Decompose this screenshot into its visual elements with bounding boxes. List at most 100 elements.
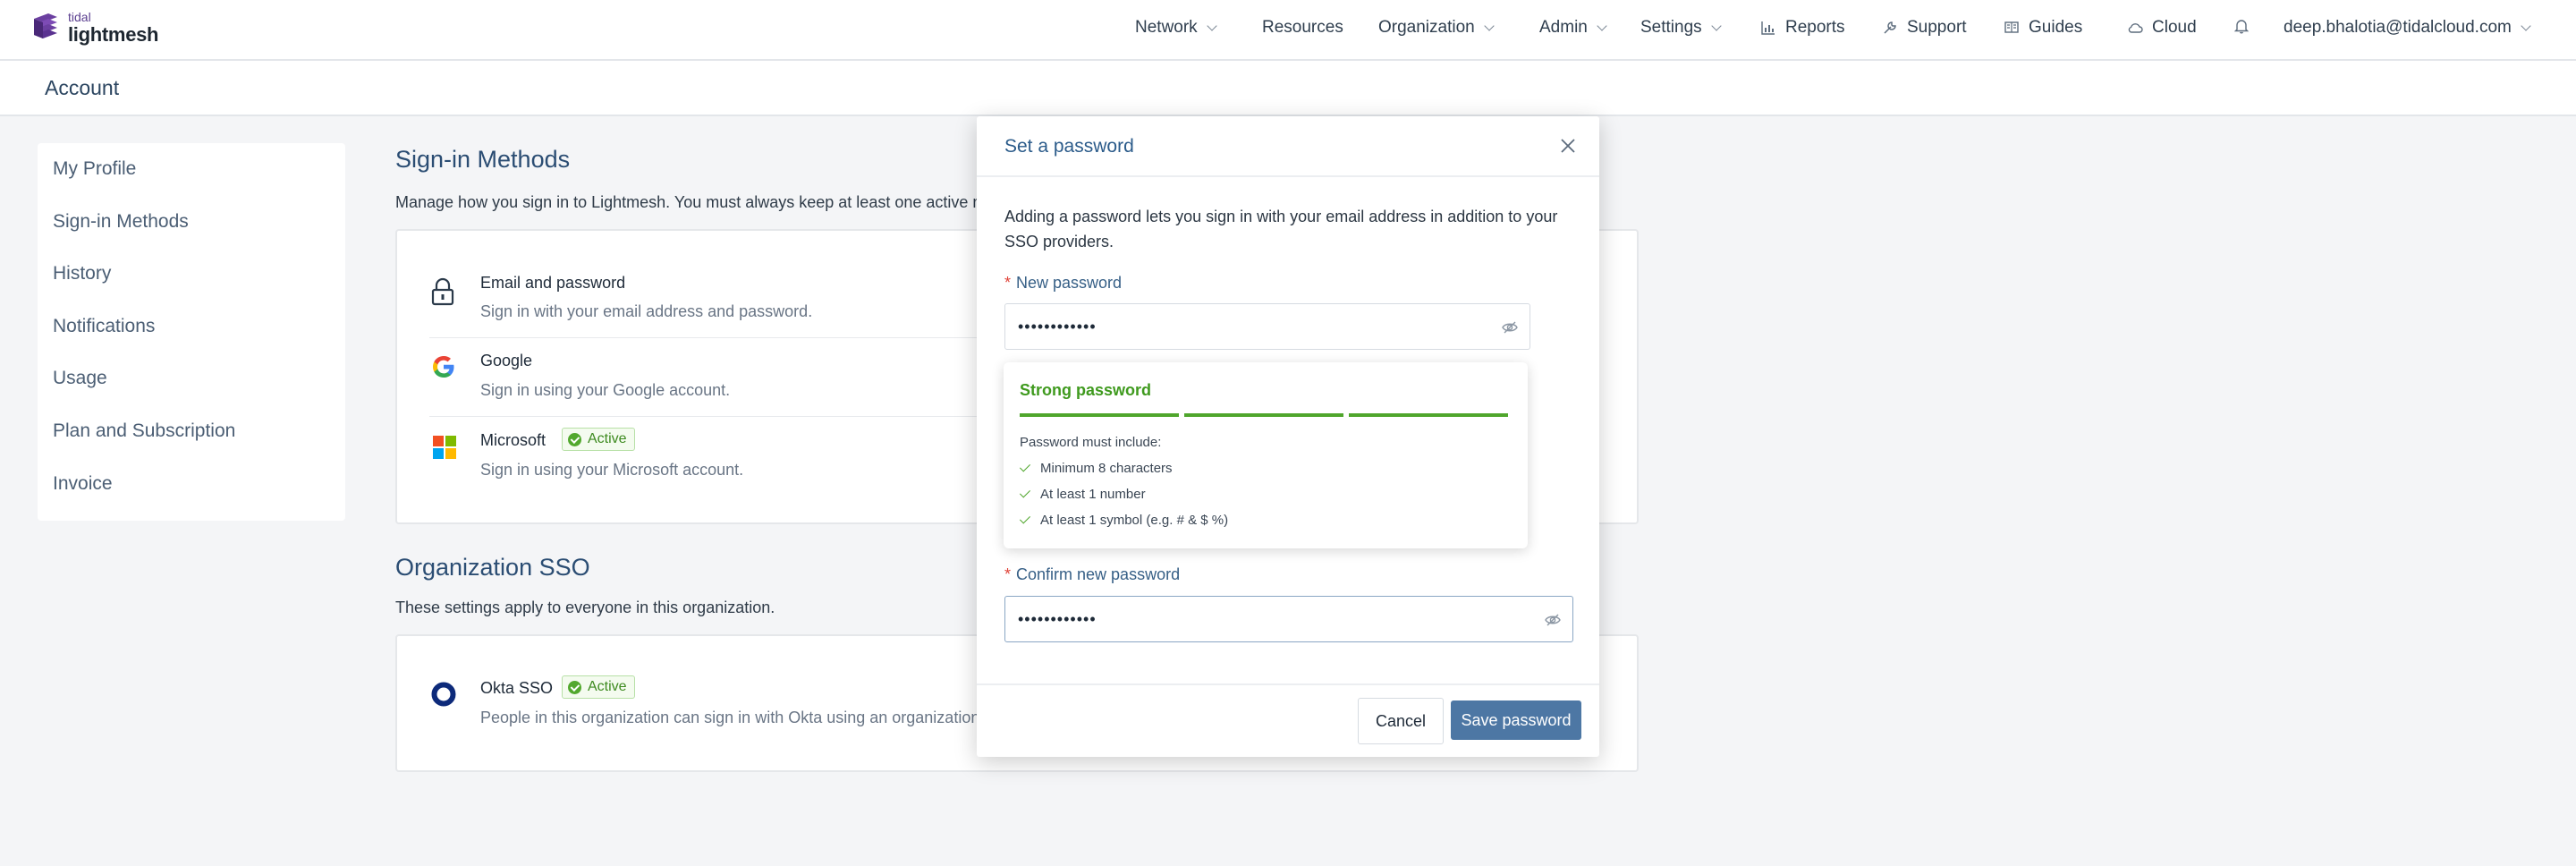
sidebar-item-my-profile[interactable]: My Profile <box>53 158 136 180</box>
eye-hidden-icon[interactable] <box>1501 318 1519 336</box>
nav-guides[interactable]: Guides <box>2004 18 2082 38</box>
nav-settings-label: Settings <box>1640 18 1702 37</box>
wrench-icon <box>1884 21 1896 34</box>
check-icon <box>1019 460 1031 472</box>
save-password-button[interactable]: Save password <box>1451 700 1581 740</box>
dialog-footer: Cancel Save password <box>977 683 1599 757</box>
requirement-text: Minimum 8 characters <box>1040 461 1173 476</box>
nav-settings[interactable]: Settings <box>1640 18 1722 38</box>
notifications-button[interactable] <box>2233 18 2250 34</box>
nav-resources-label: Resources <box>1262 18 1343 37</box>
method-google-subtitle: Sign in using your Google account. <box>480 381 731 399</box>
lightmesh-logo-icon <box>34 13 57 38</box>
chevron-down-icon <box>1710 21 1722 31</box>
nav-cloud[interactable]: Cloud <box>2127 18 2197 38</box>
required-marker: * <box>1004 565 1012 583</box>
dialog-header: Set a password <box>977 116 1599 177</box>
dialog-title: Set a password <box>1004 136 1134 157</box>
requirement-item: Minimum 8 characters <box>1019 460 1173 476</box>
check-circle-icon <box>568 432 581 446</box>
status-badge: Active <box>562 675 635 699</box>
confirm-password-label-text: Confirm new password <box>1016 565 1181 583</box>
google-icon <box>433 356 454 378</box>
organization-sso-description: These settings apply to everyone in this… <box>395 599 775 616</box>
nav-network[interactable]: Network <box>1135 18 1217 38</box>
microsoft-icon <box>433 436 456 459</box>
eye-hidden-icon[interactable] <box>1544 611 1562 629</box>
top-navigation: tidal lightmesh Network Resources Organi… <box>0 0 2576 61</box>
status-badge-label: Active <box>588 431 627 446</box>
requirement-item: At least 1 number <box>1019 486 1146 502</box>
sign-in-methods-heading: Sign-in Methods <box>395 146 571 173</box>
method-email-subtitle: Sign in with your email address and pass… <box>480 302 813 320</box>
sso-okta-subtitle: People in this organization can sign in … <box>480 709 980 726</box>
chevron-down-icon <box>1597 21 1607 31</box>
method-email-title: Email and password <box>480 274 626 292</box>
password-strength-label: Strong password <box>1020 381 1152 399</box>
strength-bar-segment <box>1349 413 1508 417</box>
chevron-down-icon <box>1207 21 1217 31</box>
book-icon <box>2004 21 2019 33</box>
required-marker: * <box>1004 274 1012 292</box>
dialog-description: Adding a password lets you sign in with … <box>1004 208 1558 250</box>
requirement-item: At least 1 symbol (e.g. # & $ %) <box>1019 512 1229 528</box>
nav-resources[interactable]: Resources <box>1262 18 1343 38</box>
cloud-icon <box>2128 23 2143 33</box>
page-header: Account <box>0 61 2576 116</box>
nav-organization-label: Organization <box>1378 18 1475 37</box>
check-circle-icon <box>568 680 581 694</box>
password-requirements-heading: Password must include: <box>1020 435 1162 450</box>
organization-sso-heading: Organization SSO <box>395 554 590 581</box>
brand-name: lightmesh <box>68 23 159 46</box>
nav-guides-label: Guides <box>2029 18 2083 37</box>
method-microsoft-subtitle: Sign in using your Microsoft account. <box>480 461 744 479</box>
sidebar-item-history[interactable]: History <box>53 263 111 284</box>
set-password-dialog: Set a password Adding a password lets yo… <box>977 116 1599 757</box>
method-microsoft-title: Microsoft <box>480 431 547 449</box>
new-password-label: * New password <box>1004 274 1122 293</box>
password-strength-popover: Strong password Password must include: M… <box>1004 362 1528 548</box>
nav-reports[interactable]: Reports <box>1760 18 1845 38</box>
sign-in-methods-description: Manage how you sign in to Lightmesh. You… <box>395 193 987 211</box>
new-password-value: •••••••••••• <box>1018 317 1097 335</box>
user-email: deep.bhalotia@tidalcloud.com <box>2284 18 2512 37</box>
strength-bar-segment <box>1184 413 1343 417</box>
requirement-text: At least 1 symbol (e.g. # & $ %) <box>1040 513 1229 528</box>
sidebar-item-plan-and-subscription[interactable]: Plan and Subscription <box>53 420 235 442</box>
status-badge-label: Active <box>588 679 627 694</box>
confirm-password-value: •••••••••••• <box>1018 609 1097 628</box>
strength-bar-segment <box>1020 413 1179 417</box>
cancel-button[interactable]: Cancel <box>1358 698 1444 744</box>
brand-small: tidal <box>68 10 91 24</box>
check-icon <box>1019 512 1031 524</box>
user-menu[interactable]: deep.bhalotia@tidalcloud.com <box>2284 18 2531 38</box>
requirement-text: At least 1 number <box>1040 487 1146 502</box>
confirm-password-input[interactable]: •••••••••••• <box>1004 596 1573 642</box>
lock-icon <box>431 277 454 306</box>
nav-cloud-label: Cloud <box>2152 18 2197 37</box>
nav-admin-label: Admin <box>1539 18 1588 37</box>
okta-icon <box>431 682 456 707</box>
account-sidebar: My Profile Sign-in Methods History Notif… <box>38 143 345 521</box>
status-badge: Active <box>562 428 635 451</box>
new-password-input[interactable]: •••••••••••• <box>1004 303 1530 350</box>
logo[interactable]: tidal lightmesh <box>30 10 159 46</box>
check-icon <box>1019 486 1031 498</box>
sidebar-item-usage[interactable]: Usage <box>53 368 107 389</box>
sidebar-item-sign-in-methods[interactable]: Sign-in Methods <box>53 211 189 233</box>
nav-support[interactable]: Support <box>1882 18 1967 38</box>
chevron-down-icon <box>2521 21 2531 31</box>
nav-organization[interactable]: Organization <box>1378 18 1495 38</box>
nav-network-label: Network <box>1135 18 1198 37</box>
nav-admin[interactable]: Admin <box>1539 18 1607 38</box>
close-icon[interactable] <box>1556 134 1580 157</box>
chart-icon <box>1761 21 1775 35</box>
confirm-password-label: * Confirm new password <box>1004 565 1180 584</box>
new-password-label-text: New password <box>1016 274 1123 292</box>
sso-okta-title: Okta SSO <box>480 679 554 697</box>
sidebar-item-invoice[interactable]: Invoice <box>53 473 113 495</box>
bell-icon <box>2233 20 2250 34</box>
sidebar-item-notifications[interactable]: Notifications <box>53 316 155 337</box>
chevron-down-icon <box>1484 21 1495 31</box>
page-title: Account <box>45 76 120 99</box>
